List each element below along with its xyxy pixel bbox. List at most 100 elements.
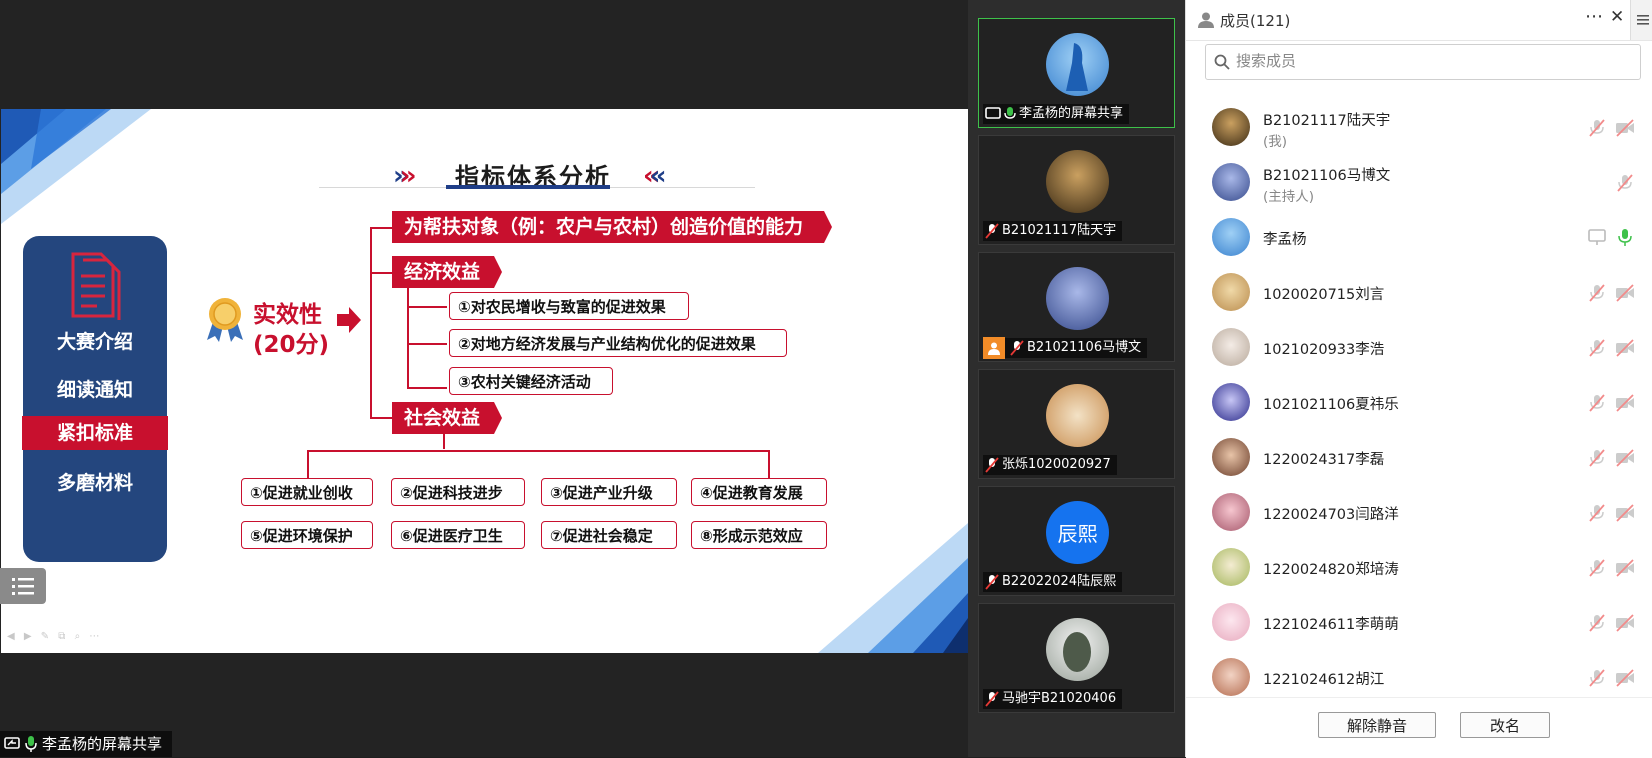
screen-share-label: 李孟杨的屏幕共享 — [0, 731, 173, 757]
camera-off-icon[interactable] — [1615, 613, 1635, 633]
table-of-contents-button[interactable] — [0, 568, 46, 604]
rename-button[interactable]: 改名 — [1460, 712, 1550, 738]
camera-off-icon[interactable] — [1615, 448, 1635, 468]
panel-menu-icon[interactable] — [1630, 0, 1652, 40]
video-tile[interactable]: B21021117陆天宇 — [978, 135, 1175, 245]
value-creation-bar: 为帮扶对象（例：农户与农村）创造价值的能力 — [392, 211, 832, 243]
economic-item: ①对农民增收与致富的促进效果 — [449, 292, 689, 320]
mic-muted-icon[interactable] — [1587, 283, 1607, 303]
slide-decoration-top-left — [1, 109, 151, 224]
camera-off-icon[interactable] — [1615, 283, 1635, 303]
mic-muted-icon — [985, 691, 999, 707]
member-row[interactable]: 1021021106夏祎乐 — [1186, 375, 1652, 430]
member-name: 1020020715刘言 — [1263, 287, 1385, 303]
economic-benefit-bar: 经济效益 — [392, 256, 502, 288]
member-row[interactable]: 1021020933李浩 — [1186, 320, 1652, 375]
member-name: 1220024820郑培涛 — [1263, 562, 1399, 578]
camera-off-icon[interactable] — [1615, 668, 1635, 688]
member-search-box[interactable] — [1205, 44, 1641, 80]
slide-title-group: »» 指标体系分析 «« — [393, 151, 693, 199]
slide-decoration-bottom-right — [818, 523, 968, 653]
document-icon — [71, 252, 121, 320]
connector-line — [370, 417, 392, 419]
member-name: 1021020933李浩 — [1263, 342, 1385, 358]
connector-line — [443, 433, 445, 449]
avatar — [1212, 273, 1250, 311]
camera-off-icon[interactable] — [1615, 338, 1635, 358]
avatar: 辰熙 — [1046, 501, 1109, 564]
avatar — [1212, 493, 1250, 531]
camera-off-icon[interactable] — [1615, 393, 1635, 413]
close-icon[interactable]: ✕ — [1610, 7, 1624, 27]
member-row[interactable]: 1020020715刘言 — [1186, 265, 1652, 320]
member-search-input[interactable] — [1234, 51, 1618, 71]
microphone-icon — [25, 736, 37, 752]
video-tile[interactable]: 马驰宇B21020406 — [978, 603, 1175, 713]
member-role: (我) — [1263, 134, 1288, 150]
avatar — [1046, 267, 1109, 330]
mic-muted-icon[interactable] — [1587, 338, 1607, 358]
member-name: 1220024703闫路洋 — [1263, 507, 1399, 523]
screen-share-icon — [985, 107, 1001, 119]
video-tile[interactable]: 李孟杨的屏幕共享 — [978, 18, 1175, 128]
mic-muted-icon[interactable] — [1587, 503, 1607, 523]
members-panel: 成员(121) ⋯ ✕ B21021117陆天宇 (我) B21021106马博… — [1185, 0, 1652, 758]
avatar — [1046, 150, 1109, 213]
video-tile-label: 李孟杨的屏幕共享 — [983, 104, 1130, 124]
mic-muted-icon[interactable] — [1587, 558, 1607, 578]
avatar — [1212, 548, 1250, 586]
camera-off-icon[interactable] — [1615, 503, 1635, 523]
screen-share-label-text: 李孟杨的屏幕共享 — [42, 735, 163, 753]
member-row[interactable]: B21021117陆天宇 (我) — [1186, 100, 1652, 155]
unmute-button[interactable]: 解除静音 — [1318, 712, 1436, 738]
members-header: 成员(121) ⋯ ✕ — [1186, 0, 1652, 41]
video-tile-column: 李孟杨的屏幕共享 B21021117陆天宇 B21021106马博文 张烁102… — [968, 0, 1185, 757]
mic-muted-icon[interactable] — [1587, 118, 1607, 138]
connector-line — [370, 227, 372, 417]
menu-item-notice: 细读通知 — [56, 379, 133, 401]
member-name: 1220024317李磊 — [1263, 452, 1385, 468]
camera-off-icon[interactable] — [1615, 118, 1635, 138]
mic-muted-icon[interactable] — [1587, 668, 1607, 688]
mic-muted-icon[interactable] — [1587, 613, 1607, 633]
more-options-icon[interactable]: ⋯ — [1585, 6, 1603, 27]
member-row[interactable]: B21021106马博文 (主持人) — [1186, 155, 1652, 210]
member-row[interactable]: 1220024703闫路洋 — [1186, 485, 1652, 540]
connector-line — [307, 450, 769, 452]
mic-muted-icon[interactable] — [1587, 393, 1607, 413]
video-tile-label: B21021117陆天宇 — [983, 221, 1123, 241]
social-item: ①促进就业创收 — [241, 478, 373, 506]
list-icon — [12, 578, 34, 595]
menu-item-intro: 大赛介绍 — [56, 331, 133, 353]
connector-line — [768, 450, 770, 478]
video-tile[interactable]: B21021106马博文 — [978, 252, 1175, 362]
member-row[interactable]: 1220024820郑培涛 — [1186, 540, 1652, 595]
members-footer: 解除静音 改名 — [1186, 697, 1652, 758]
camera-off-icon[interactable] — [1615, 558, 1635, 578]
avatar — [1212, 108, 1250, 146]
avatar — [1046, 33, 1109, 96]
screen-share-icon — [1588, 229, 1606, 245]
slide-control-icons[interactable]: ◀ ▶ ✎ ⧉ ⌕ ⋯ — [7, 631, 102, 642]
social-item: ⑧形成示范效应 — [691, 521, 827, 549]
member-row[interactable]: 1220024317李磊 — [1186, 430, 1652, 485]
microphone-icon[interactable] — [1615, 227, 1635, 247]
connector-line — [407, 387, 447, 389]
member-row[interactable]: 1221024612胡江 — [1186, 650, 1652, 697]
screen-share-area: »» 指标体系分析 «« 大赛介绍 细读通知 紧扣标准 多磨材料 实效性 (20… — [0, 0, 968, 757]
mic-muted-icon[interactable] — [1587, 448, 1607, 468]
menu-item-materials: 多磨材料 — [56, 472, 133, 494]
medal-icon — [207, 298, 243, 342]
title-underline — [446, 185, 610, 189]
presentation-slide: »» 指标体系分析 «« 大赛介绍 细读通知 紧扣标准 多磨材料 实效性 (20… — [1, 109, 968, 653]
mic-muted-icon[interactable] — [1615, 173, 1635, 193]
video-tile[interactable]: 张烁1020020927 — [978, 369, 1175, 479]
host-badge-icon — [983, 337, 1005, 359]
video-tile[interactable]: 辰熙 B22022024陆辰熙 — [978, 486, 1175, 596]
slide-side-menu: 大赛介绍 细读通知 紧扣标准 多磨材料 — [22, 236, 168, 562]
avatar — [1046, 384, 1109, 447]
avatar — [1212, 383, 1250, 421]
member-row[interactable]: 1221024611李萌萌 — [1186, 595, 1652, 650]
avatar — [1046, 618, 1109, 681]
member-row[interactable]: 李孟杨 — [1186, 210, 1652, 265]
